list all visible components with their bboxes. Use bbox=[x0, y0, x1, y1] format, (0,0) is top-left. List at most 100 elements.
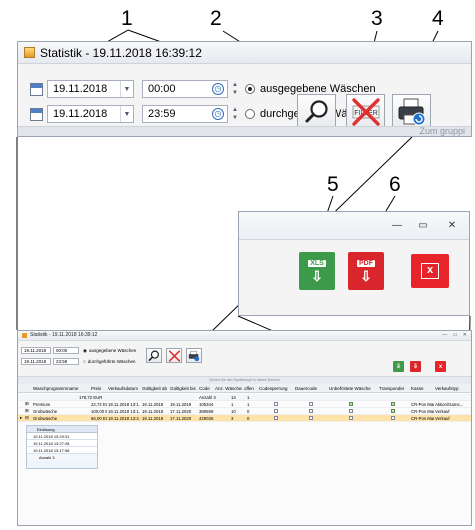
checkbox-unlimited[interactable] bbox=[348, 415, 354, 421]
search-button[interactable] bbox=[297, 94, 336, 130]
redemption-detail-grid: Einlösung 19.11.2018 13:29:31 19.11.2018… bbox=[26, 425, 98, 469]
col-header[interactable]: Dauercode bbox=[294, 384, 326, 392]
checkbox-code-lock[interactable] bbox=[273, 401, 279, 407]
col-header[interactable]: Gültigkeit bis bbox=[169, 384, 197, 392]
col-header[interactable]: offen bbox=[243, 384, 256, 392]
col-header[interactable]: Waschprogrammname bbox=[32, 384, 88, 392]
main-print-button[interactable] bbox=[186, 348, 202, 363]
export-pdf-button[interactable]: PDF ⇩ bbox=[348, 252, 384, 290]
main-reset-filter-button[interactable] bbox=[166, 348, 182, 363]
main-export-excel-button[interactable]: ⇩ bbox=[393, 361, 404, 372]
col-header[interactable]: Codesperrung bbox=[258, 384, 292, 392]
cell-washes: 1 bbox=[231, 401, 234, 407]
checkbox-transponder[interactable] bbox=[390, 408, 396, 414]
checkbox-transponder[interactable] bbox=[390, 401, 396, 407]
col-header[interactable]: Verkaufstyp bbox=[434, 384, 471, 392]
callout-4: 4 bbox=[432, 7, 444, 30]
checkbox-permanent[interactable] bbox=[308, 401, 314, 407]
detail-row[interactable]: 19.11.2018 13:29:31 bbox=[27, 433, 97, 440]
detail-row[interactable]: 19.11.2018 13:17:58 bbox=[27, 447, 97, 454]
callout-5: 5 bbox=[327, 173, 339, 196]
radio-on-icon[interactable]: ◉ bbox=[83, 348, 87, 354]
expand-icon[interactable]: ⊞ bbox=[24, 401, 30, 407]
checkbox-code-lock[interactable] bbox=[273, 415, 279, 421]
export-excel-button[interactable]: XLS ⇩ bbox=[299, 252, 335, 290]
from-time-spinner[interactable]: ▲ ▼ bbox=[231, 80, 239, 98]
cell-washes: 10 bbox=[231, 408, 236, 414]
col-header[interactable]: Code bbox=[198, 384, 212, 392]
col-header[interactable]: Unbefristete Wäsche bbox=[328, 384, 376, 392]
col-header[interactable]: Preis bbox=[90, 384, 106, 392]
col-header[interactable]: Kasse bbox=[410, 384, 432, 392]
radio-off-icon[interactable]: ○ bbox=[83, 359, 86, 364]
xls-label: XLS bbox=[308, 259, 326, 267]
cell-to: 19.11.2019 bbox=[170, 401, 192, 407]
main-close-button[interactable]: x bbox=[435, 361, 446, 372]
reset-filter-button[interactable]: FILTER bbox=[346, 94, 385, 130]
download-arrow-icon: ⇩ bbox=[360, 267, 372, 284]
main-from-date[interactable]: 19.11.2018 bbox=[21, 347, 51, 354]
sum-count: Anzahl 3 bbox=[199, 394, 216, 400]
radio-issued-washes[interactable] bbox=[245, 84, 255, 94]
close-window-button[interactable]: ✕ bbox=[444, 220, 460, 232]
to-date-field[interactable]: 19.11.2018 ▼ bbox=[47, 105, 134, 123]
main-to-date[interactable]: 19.11.2018 bbox=[21, 358, 51, 365]
checkbox-unlimited[interactable] bbox=[348, 408, 354, 414]
table-row-selected[interactable]: ▸ ⊟ Grobwäsche 56,00 EUR 19.11.2018 13:2… bbox=[18, 415, 471, 422]
main-window-controls[interactable]: — ▭ ✕ bbox=[442, 332, 469, 338]
main-export-pdf-button[interactable]: ⇩ bbox=[410, 361, 421, 372]
clock-icon[interactable]: ◷ bbox=[212, 83, 224, 95]
cell-to: 17.11.2020 bbox=[170, 408, 192, 414]
main-from-time[interactable]: 00:00 bbox=[53, 347, 79, 354]
to-time-value: 23:59 bbox=[148, 108, 176, 120]
to-time-spinner[interactable]: ▲ ▼ bbox=[231, 105, 239, 123]
checkbox-permanent[interactable] bbox=[308, 408, 314, 414]
cell-sold: 19.11.2018 13:1... bbox=[108, 408, 140, 414]
cell-kasse: CR-Pos Manager bbox=[411, 415, 434, 421]
main-search-button[interactable] bbox=[146, 348, 162, 363]
chevron-down-icon[interactable]: ▼ bbox=[120, 81, 133, 97]
col-header[interactable]: Gültigkeit ab bbox=[141, 384, 168, 392]
clock-icon[interactable]: ◷ bbox=[212, 108, 224, 120]
table-row[interactable]: ⊞ Premium 22,72 EUR 19.11.2018 13:1... 1… bbox=[18, 401, 471, 408]
group-by-band[interactable]: Ziehen Sie den Spaltenkopf in diesen Ber… bbox=[18, 377, 471, 384]
maximize-button[interactable]: ▭ bbox=[415, 220, 431, 232]
window-controls-bar: — ▭ ✕ bbox=[239, 212, 469, 240]
sum-washes: 14 bbox=[231, 394, 236, 400]
grid-header: Waschprogrammname Preis Verkaufsdatum Gü… bbox=[18, 384, 471, 393]
close-dialog-button[interactable]: x bbox=[411, 254, 449, 288]
main-to-time[interactable]: 23:59 bbox=[53, 358, 79, 365]
minimize-button[interactable]: — bbox=[389, 220, 405, 232]
reset-filter-icon: FILTER bbox=[351, 98, 380, 126]
collapse-icon[interactable]: ⊟ bbox=[24, 415, 30, 421]
cell-price: 22,72 EUR bbox=[91, 401, 107, 407]
table-row[interactable]: ⊞ Grobwäsche 100,00 EUR 19.11.2018 13:1.… bbox=[18, 408, 471, 415]
cell-from: 19.11.2018 bbox=[142, 401, 164, 407]
cell-code: 105344 bbox=[199, 401, 214, 407]
expand-icon[interactable]: ⊞ bbox=[24, 408, 30, 414]
callout-6: 6 bbox=[389, 173, 401, 196]
detail-header[interactable]: Einlösung bbox=[27, 426, 97, 433]
checkbox-permanent[interactable] bbox=[308, 415, 314, 421]
from-date-field[interactable]: 19.11.2018 ▼ bbox=[47, 80, 134, 98]
print-button[interactable] bbox=[392, 94, 431, 130]
chevron-down-icon[interactable]: ▼ bbox=[120, 106, 133, 122]
cell-from: 19.11.2018 bbox=[142, 408, 164, 414]
app-icon bbox=[24, 47, 35, 58]
search-icon bbox=[305, 100, 328, 123]
from-date-value: 19.11.2018 bbox=[53, 83, 108, 95]
detail-row[interactable]: 19.11.2018 13:27:28 bbox=[27, 440, 97, 447]
checkbox-transponder[interactable] bbox=[390, 415, 396, 421]
col-header[interactable]: Anz. Wäschen bbox=[214, 384, 242, 392]
col-header[interactable]: Transponder bbox=[378, 384, 408, 392]
checkbox-unlimited[interactable] bbox=[348, 401, 354, 407]
cell-type: Aktion/Gams... bbox=[435, 401, 464, 407]
checkbox-code-lock[interactable] bbox=[273, 408, 279, 414]
cell-open: 0 bbox=[247, 408, 250, 414]
print-icon bbox=[398, 98, 425, 126]
to-time-field[interactable]: 23:59 ◷ bbox=[142, 105, 228, 123]
cell-sold: 19.11.2018 13:2... bbox=[108, 415, 140, 421]
from-time-field[interactable]: 00:00 ◷ bbox=[142, 80, 228, 98]
col-header[interactable]: Verkaufsdatum bbox=[107, 384, 140, 392]
radio-performed-washes[interactable] bbox=[245, 109, 255, 119]
